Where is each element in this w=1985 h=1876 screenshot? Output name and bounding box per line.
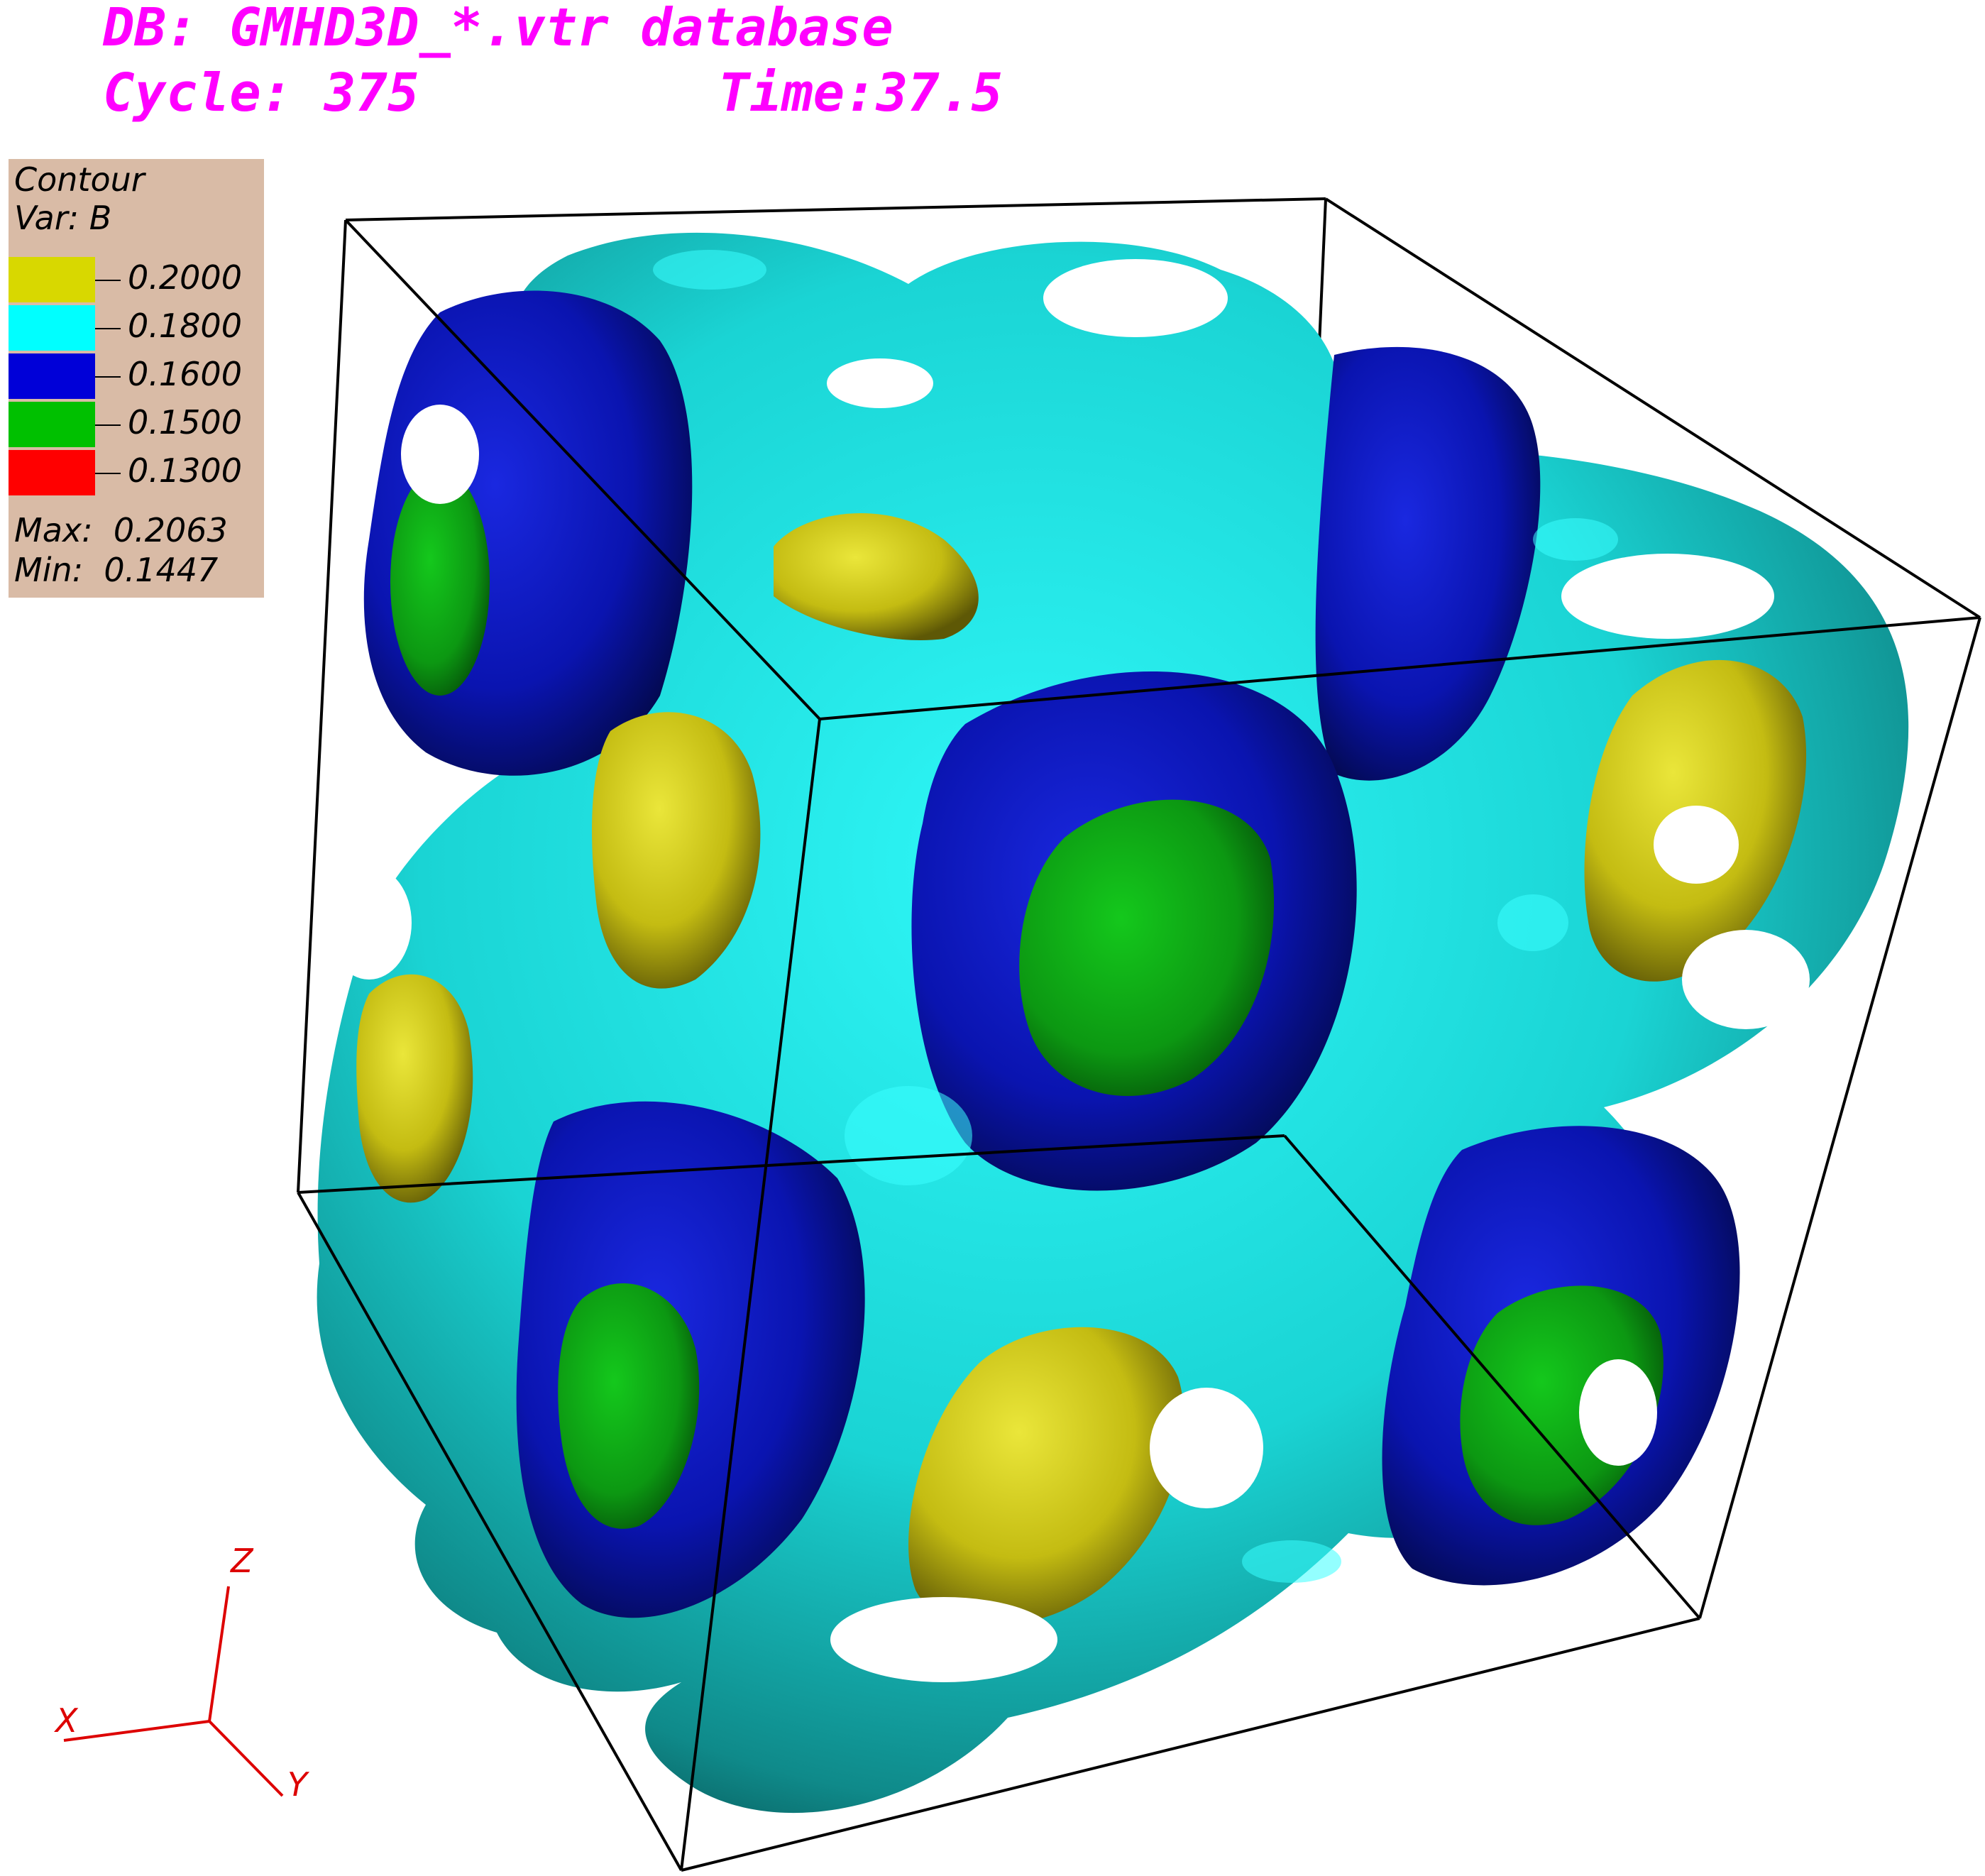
legend-label-1: 0.1800 bbox=[128, 307, 242, 345]
legend-variable: Var: B bbox=[14, 199, 112, 237]
legend-swatch-2 bbox=[9, 353, 95, 399]
legend-swatch-3 bbox=[9, 402, 95, 447]
z-axis-label: Z bbox=[229, 1542, 254, 1580]
legend-min: Min: 0.1447 bbox=[14, 551, 219, 589]
legend-tick-4 bbox=[95, 473, 121, 474]
z-axis-line bbox=[208, 1586, 230, 1722]
legend-max: Max: 0.2063 bbox=[14, 511, 228, 549]
visualization-window: DB: GMHD3D_*.vtr database Cycle: 375 Tim… bbox=[0, 0, 1985, 1876]
legend-tick-1 bbox=[95, 328, 121, 329]
legend-title: Contour bbox=[14, 160, 145, 199]
legend-label-4: 0.1300 bbox=[128, 451, 242, 490]
legend-tick-2 bbox=[95, 376, 121, 378]
legend-label-2: 0.1600 bbox=[128, 355, 242, 393]
contour-legend: Contour Var: B 0.2000 0.1800 0.1600 0.15… bbox=[9, 159, 264, 598]
legend-tick-0 bbox=[95, 280, 121, 281]
legend-swatch-4 bbox=[9, 450, 95, 495]
legend-label-3: 0.1500 bbox=[128, 403, 242, 441]
axis-triad bbox=[63, 1586, 284, 1797]
y-axis-line bbox=[208, 1720, 284, 1797]
x-axis-line bbox=[63, 1720, 210, 1742]
legend-swatch-0 bbox=[9, 257, 95, 302]
legend-tick-3 bbox=[95, 424, 121, 426]
legend-label-0: 0.2000 bbox=[128, 258, 242, 297]
legend-swatch-1 bbox=[9, 305, 95, 351]
x-axis-label: X bbox=[54, 1701, 79, 1740]
y-axis-label: Y bbox=[287, 1765, 310, 1804]
contour-render[interactable]: Z X Y bbox=[0, 0, 1985, 1876]
